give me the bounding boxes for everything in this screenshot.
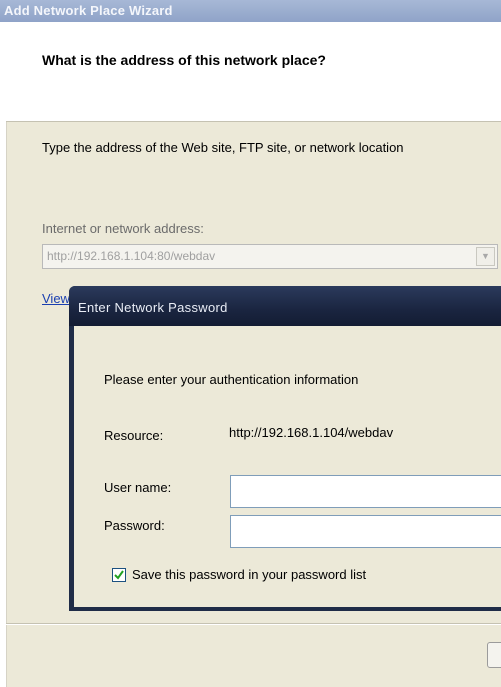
auth-prompt: Please enter your authentication informa… [104,372,359,387]
wizard-title: Add Network Place Wizard [4,3,173,18]
enter-network-password-dialog: Enter Network Password Please enter your… [69,286,501,611]
save-password-checkbox[interactable] [112,568,126,582]
password-dialog-body: Please enter your authentication informa… [74,326,501,607]
password-dialog-titlebar[interactable]: Enter Network Password [69,286,501,326]
wizard-heading: What is the address of this network plac… [42,52,326,68]
username-label: User name: [104,480,172,495]
wizard-header: What is the address of this network plac… [6,22,501,122]
password-label: Password: [104,518,165,533]
chevron-down-icon[interactable]: ▼ [476,247,495,266]
resource-label: Resource: [104,428,164,443]
wizard-titlebar[interactable]: Add Network Place Wizard [0,0,501,22]
checkmark-icon [114,570,124,580]
address-label: Internet or network address: [42,221,204,236]
view-link[interactable]: View [42,291,70,306]
wizard-footer-divider [6,623,501,625]
save-password-label: Save this password in your password list [132,567,367,582]
address-value: http://192.168.1.104:80/webdav [47,249,216,263]
username-input[interactable] [230,475,501,508]
address-combobox[interactable]: http://192.168.1.104:80/webdav ▼ [42,244,498,269]
password-dialog-title: Enter Network Password [78,300,228,315]
wizard-instruction: Type the address of the Web site, FTP si… [42,140,404,155]
password-input[interactable] [230,515,501,548]
wizard-next-button[interactable] [487,642,501,668]
resource-value: http://192.168.1.104/webdav [229,425,394,440]
